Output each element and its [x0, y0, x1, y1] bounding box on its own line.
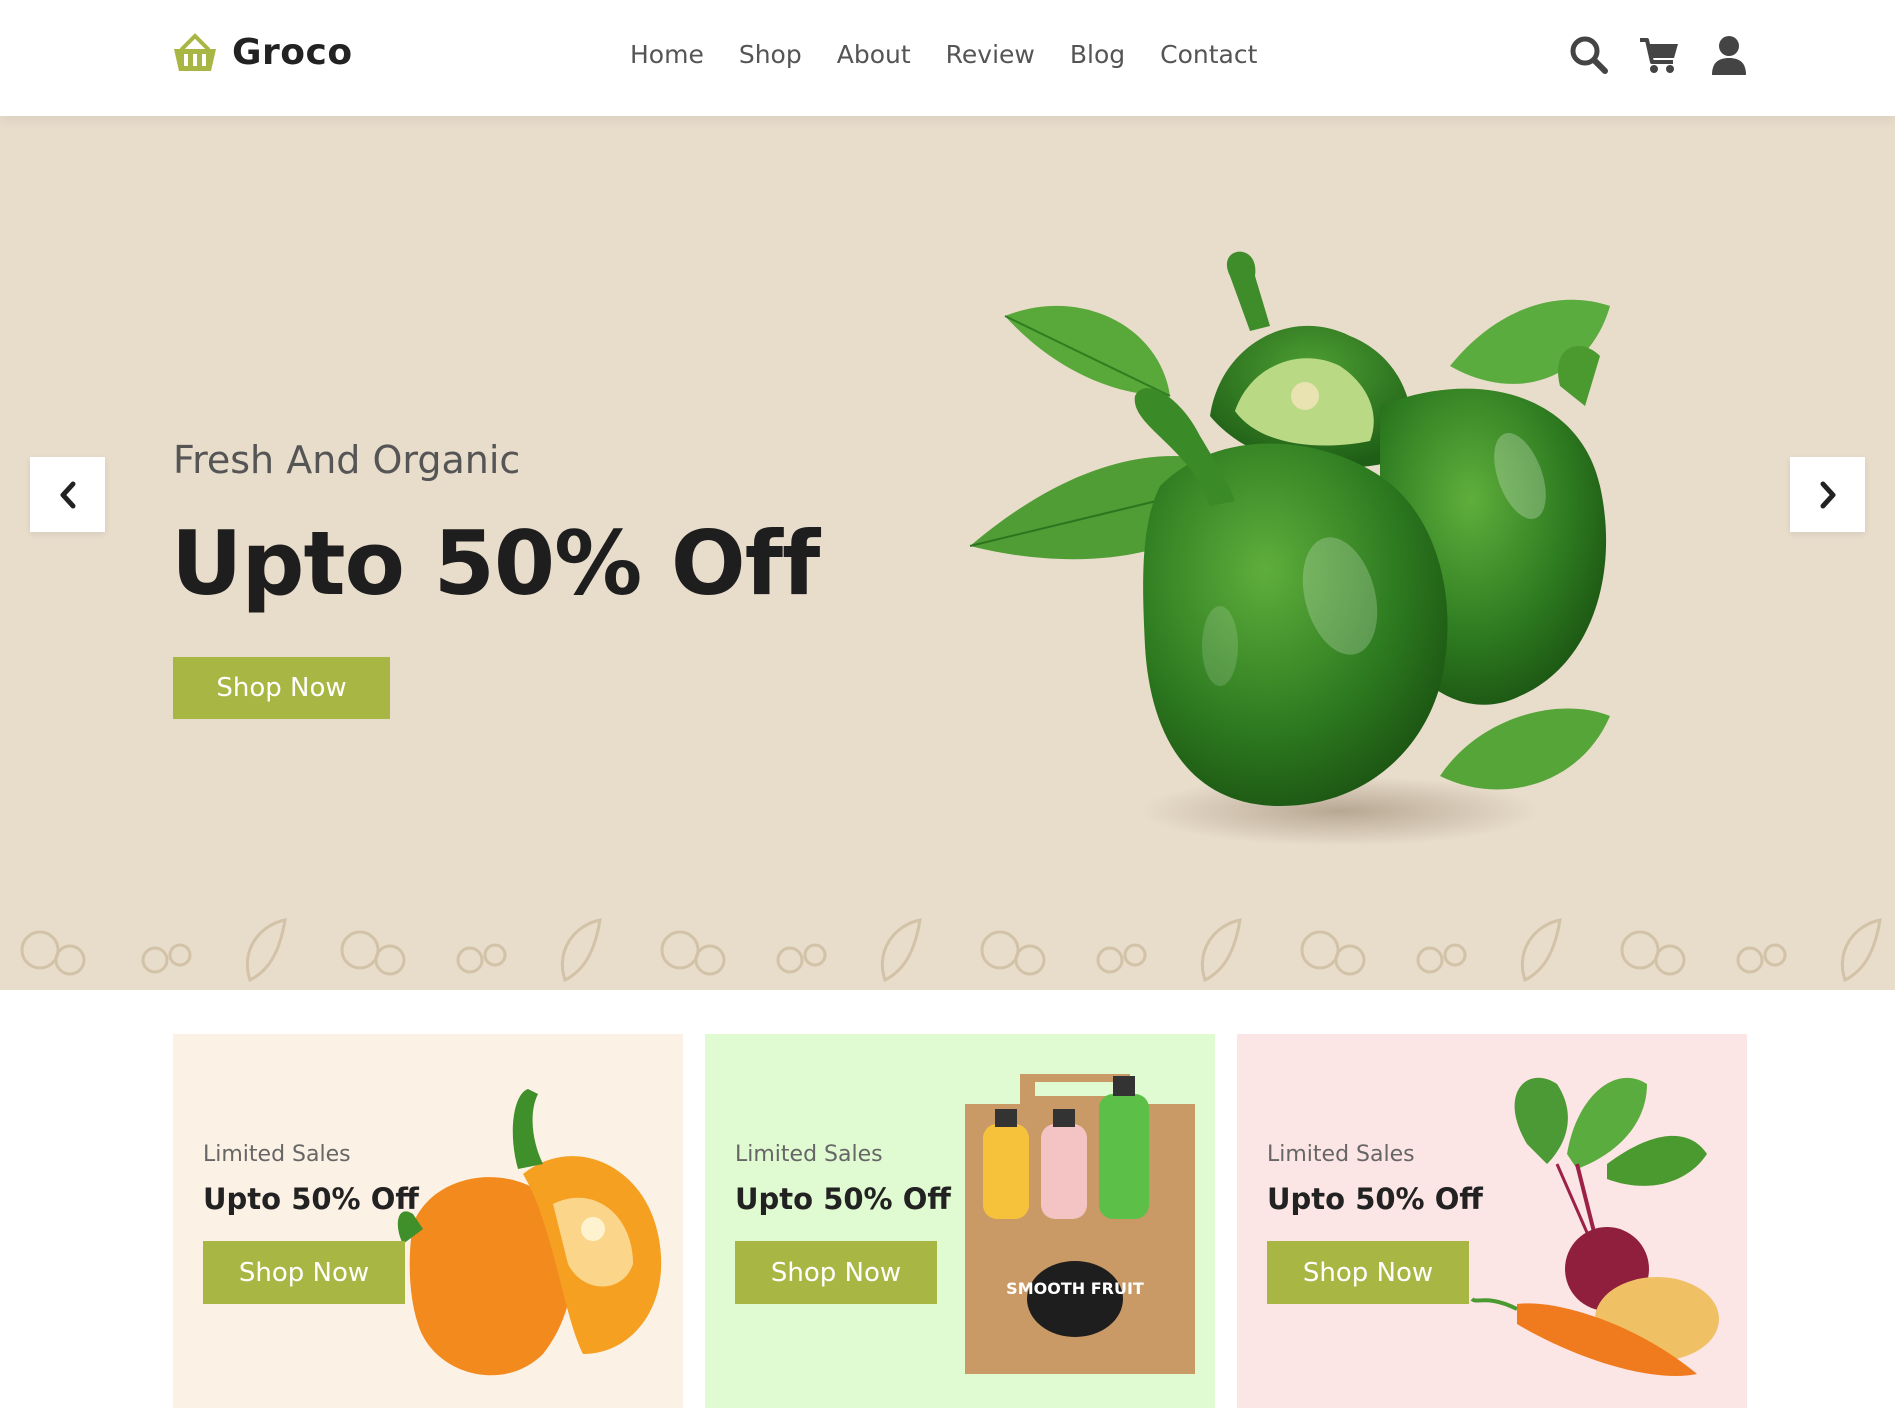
card-shop-now-button[interactable]: Shop Now [203, 1241, 405, 1304]
chevron-right-icon [1820, 481, 1835, 508]
card-title: Upto 50% Off [735, 1182, 951, 1216]
card-title: Upto 50% Off [1267, 1182, 1483, 1216]
root-vegetables-image [1470, 1077, 1719, 1376]
basket-icon [174, 32, 216, 71]
card-title: Upto 50% Off [203, 1182, 419, 1216]
promo-card-juice: SMOOTH FRUIT Limited Sales Upto 50% Off … [705, 1034, 1215, 1408]
promo-card-pepper: Limited Sales Upto 50% Off Shop Now [173, 1034, 683, 1408]
hero-banner: Fresh And Organic Upto 50% Off Shop Now [0, 116, 1895, 990]
hero-subtitle: Fresh And Organic [173, 438, 521, 482]
decorative-pattern [20, 918, 1882, 983]
search-icon[interactable] [1569, 34, 1609, 76]
logo[interactable]: Groco [172, 32, 353, 73]
carousel-next-button[interactable] [1790, 457, 1865, 532]
promo-card-vegetables: Limited Sales Upto 50% Off Shop Now [1237, 1034, 1747, 1408]
nav-review[interactable]: Review [946, 40, 1035, 69]
carousel-prev-button[interactable] [30, 457, 105, 532]
juice-box-image: SMOOTH FRUIT [965, 1074, 1195, 1374]
nav-about[interactable]: About [837, 40, 911, 69]
card-shop-now-button[interactable]: Shop Now [1267, 1241, 1469, 1304]
nav-blog[interactable]: Blog [1070, 40, 1125, 69]
header-actions [1569, 34, 1749, 76]
card-subtitle: Limited Sales [203, 1142, 351, 1167]
card-subtitle: Limited Sales [1267, 1142, 1415, 1167]
nav-home[interactable]: Home [630, 40, 704, 69]
user-icon[interactable] [1709, 34, 1749, 76]
chevron-left-icon [60, 481, 75, 508]
nav-contact[interactable]: Contact [1160, 40, 1257, 69]
cart-icon[interactable] [1639, 34, 1679, 76]
orange-pepper-image [397, 1089, 662, 1376]
green-pepper-image [969, 251, 1610, 846]
brand-name: Groco [232, 32, 353, 73]
main-nav: Home Shop About Review Blog Contact [630, 40, 1257, 69]
card-shop-now-button[interactable]: Shop Now [735, 1241, 937, 1304]
hero-shop-now-button[interactable]: Shop Now [173, 657, 390, 719]
hero-title: Upto 50% Off [171, 512, 820, 615]
nav-shop[interactable]: Shop [739, 40, 802, 69]
card-subtitle: Limited Sales [735, 1142, 883, 1167]
juice-label: SMOOTH FRUIT [1006, 1279, 1144, 1298]
site-header: Groco Home Shop About Review Blog Contac… [0, 0, 1895, 116]
